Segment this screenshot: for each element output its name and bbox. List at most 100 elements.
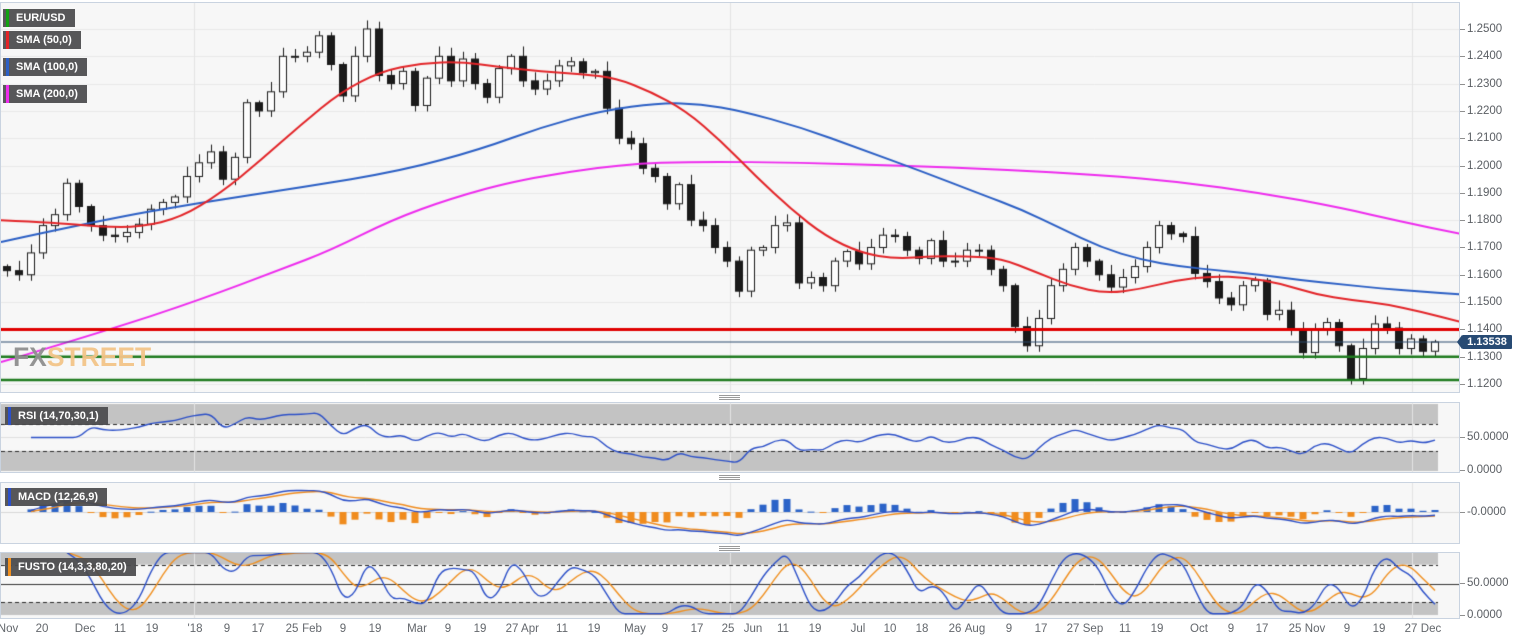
time-tick-label: 27 [505,623,519,635]
macd-color-swatch [8,488,11,506]
stochastic-label-text: FUSTO (14,3,3,80,20) [18,561,127,573]
time-tick-label: 25 [721,623,735,635]
time-tick-label: 19 [1372,623,1386,635]
price-tick [1460,220,1465,222]
price-tick-label: 1.2200 [1467,104,1503,117]
time-tick-label: 19 [145,623,159,635]
indicator-tick [1460,470,1465,471]
price-tick [1460,356,1465,358]
price-tick [1460,110,1465,112]
stoch-low-axis-label: 0.0000 [1467,609,1503,621]
rsi-canvas[interactable] [1,403,1459,472]
price-tick [1460,302,1465,304]
indicator-tick [1460,437,1465,438]
panel-resize-handle[interactable] [719,546,740,552]
time-tick-label: 11 [1119,623,1131,635]
price-tick [1460,383,1465,385]
rsi-label-text: RSI (14,70,30,1) [18,410,99,422]
price-panel[interactable] [0,2,1460,393]
price-chart-canvas[interactable] [1,3,1459,392]
time-tick-label: 10 [883,623,897,635]
stochastic-indicator-label[interactable]: FUSTO (14,3,3,80,20) [5,558,136,576]
time-tick-label: 11 [777,623,789,635]
panel-resize-handle[interactable] [719,395,740,401]
stochastic-canvas[interactable] [1,553,1459,618]
time-tick-label: 25 [1288,623,1302,635]
price-tick [1460,83,1465,85]
time-tick-label: 9 [1227,623,1235,635]
time-tick-label: 19 [1150,623,1164,635]
time-tick-label: 18 [915,623,929,635]
time-tick-label: Nov [0,623,19,635]
time-tick-label: Dec [1420,623,1442,635]
rsi-color-swatch [8,407,11,425]
rsi-mid-axis-label: 50.0000 [1467,431,1509,443]
legend-sma50[interactable]: SMA (50,0) [3,31,81,49]
sma100-label: SMA (100,0) [16,61,78,73]
panel-resize-handle[interactable] [719,475,740,481]
time-tick-label: '18 [187,623,203,635]
current-price-value: 1.13538 [1467,336,1507,348]
time-tick-label: 9 [223,623,231,635]
price-tick-label: 1.1800 [1467,214,1503,227]
indicator-tick [1460,615,1465,616]
price-tick-label: 1.2000 [1467,159,1503,172]
legend-sma200[interactable]: SMA (200,0) [3,85,87,103]
price-tick-label: 1.1900 [1467,186,1503,199]
time-tick-label: 9 [1005,623,1013,635]
indicator-tick [1460,583,1465,584]
price-tick [1460,274,1465,276]
time-tick-label: 9 [339,623,347,635]
macd-canvas[interactable] [1,483,1459,543]
price-tick [1460,29,1465,30]
price-tick-label: 1.1200 [1467,377,1503,390]
time-tick-label: 27 [1066,623,1080,635]
macd-panel[interactable] [0,482,1460,544]
price-tick-label: 1.2300 [1467,77,1503,90]
pair-color-swatch [6,9,9,27]
sma50-color-swatch [6,31,9,49]
price-tick-label: 1.1700 [1467,241,1503,254]
price-tick [1460,138,1465,140]
time-tick-label: Feb [302,623,322,635]
time-tick-label: Mar [407,623,427,635]
stochastic-color-swatch [8,558,11,576]
time-tick-label: Oct [1190,623,1208,635]
legend-pair[interactable]: EUR/USD [3,9,75,27]
price-tick [1460,192,1465,194]
rsi-panel[interactable] [0,402,1460,473]
time-tick-label: Apr [521,623,539,635]
time-tick-label: 11 [114,623,126,635]
time-tick-label: 19 [808,623,822,635]
price-tick-label: 1.2500 [1467,23,1503,35]
watermark-fx: FX [13,342,47,372]
sma100-color-swatch [6,58,9,76]
stochastic-panel[interactable] [0,552,1460,619]
sma200-label: SMA (200,0) [16,88,78,100]
price-tick [1460,247,1465,249]
current-price-badge: 1.13538 [1457,335,1512,349]
macd-indicator-label[interactable]: MACD (12,26,9) [5,488,108,506]
badge-arrow-icon [1457,335,1462,349]
time-tick-label: 9 [1343,623,1351,635]
time-tick-label: 11 [556,623,568,635]
trading-chart-app: EUR/USD SMA (50,0) SMA (100,0) SMA (200,… [0,0,1531,643]
indicator-tick [1460,512,1465,513]
price-tick-label: 1.2100 [1467,132,1503,145]
rsi-indicator-label[interactable]: RSI (14,70,30,1) [5,407,108,425]
watermark-street: STREET [46,342,152,372]
time-tick-label: 19 [587,623,601,635]
price-tick-label: 1.2400 [1467,50,1503,63]
time-tick-label: 26 [948,623,962,635]
price-tick-label: 1.1600 [1467,268,1503,281]
sma200-color-swatch [6,85,9,103]
time-tick-label: 9 [444,623,452,635]
pair-label: EUR/USD [16,12,66,24]
time-tick-label: 20 [35,623,49,635]
price-tick-label: 1.1300 [1467,350,1503,363]
time-tick-label: 17 [690,623,704,635]
time-tick-label: 9 [661,623,669,635]
time-tick-label: Aug [964,623,986,635]
rsi-low-axis-label: 0.0000 [1467,464,1503,476]
legend-sma100[interactable]: SMA (100,0) [3,58,87,76]
